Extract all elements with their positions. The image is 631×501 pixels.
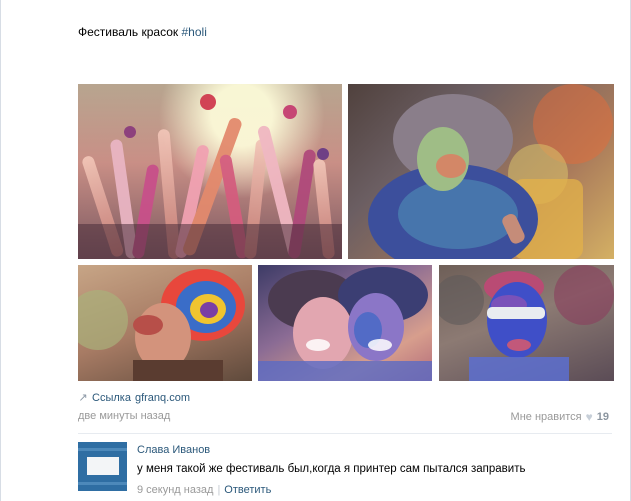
couple-illustration	[258, 267, 432, 381]
comment-avatar[interactable]	[78, 442, 127, 491]
like-label: Мне нравится	[510, 411, 582, 423]
attached-link[interactable]: ↗ Ссылка gfranq.com	[78, 391, 190, 405]
comments-divider	[78, 433, 612, 434]
comment-separator: |	[217, 484, 221, 496]
post-text: Фестиваль красок #holi	[78, 25, 207, 39]
post-hashtag[interactable]: #holi	[182, 25, 207, 39]
avatar-stripe	[78, 482, 127, 485]
photo-girl-in-colors[interactable]	[348, 84, 614, 259]
like-count: 19	[596, 411, 609, 423]
like-button[interactable]: Мне нравится ♥ 19	[511, 410, 609, 424]
reply-button[interactable]: Ответить	[224, 484, 271, 496]
avatar-stripe	[78, 448, 127, 451]
link-prefix: Ссылка	[92, 391, 131, 404]
comment-author[interactable]: Слава Иванов	[137, 444, 210, 456]
post-text-body: Фестиваль красок	[78, 25, 179, 39]
avatar-sign	[87, 457, 119, 475]
photo-raised-hands[interactable]	[78, 84, 342, 259]
link-domain[interactable]: gfranq.com	[135, 392, 190, 404]
man-glasses-illustration	[439, 265, 614, 381]
post-time[interactable]: две минуты назад	[78, 410, 170, 422]
comment-meta: 9 секунд назад | Ответить	[137, 484, 271, 496]
page-border-left	[0, 0, 1, 501]
heart-icon: ♥	[585, 410, 593, 424]
link-icon: ↗	[78, 392, 88, 404]
photo-couple[interactable]	[258, 265, 432, 381]
rainbow-hair-illustration	[78, 269, 245, 381]
comment-time[interactable]: 9 секунд назад	[137, 484, 213, 496]
raised-hands-illustration	[78, 94, 342, 259]
photo-man-with-glasses[interactable]	[439, 265, 614, 381]
photo-rainbow-hair[interactable]	[78, 265, 252, 381]
comment-text: у меня такой же фестиваль был,когда я пр…	[137, 463, 526, 475]
girl-illustration	[368, 84, 613, 259]
